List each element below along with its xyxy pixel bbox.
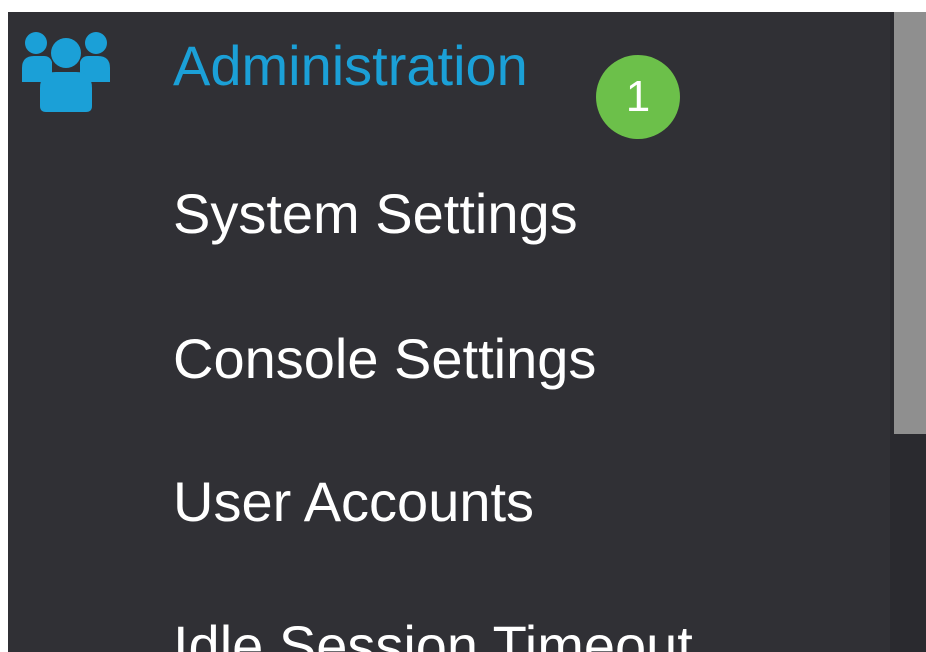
window: Administration 1 System Settings Console… bbox=[0, 0, 926, 652]
menu-item-idle-session-timeout[interactable]: Idle Session Timeout bbox=[173, 614, 693, 652]
menu-section-administration[interactable]: Administration 1 bbox=[8, 12, 890, 139]
menu-item-system-settings[interactable]: System Settings bbox=[173, 182, 578, 246]
menu-item-console-settings[interactable]: Console Settings bbox=[173, 327, 596, 391]
administration-label: Administration bbox=[173, 34, 528, 97]
scrollbar-thumb[interactable] bbox=[894, 12, 926, 434]
sidebar-menu: Administration 1 System Settings Console… bbox=[8, 12, 890, 652]
users-icon bbox=[22, 26, 110, 112]
menu-item-user-accounts[interactable]: User Accounts bbox=[173, 470, 534, 534]
step-badge: 1 bbox=[596, 55, 680, 139]
